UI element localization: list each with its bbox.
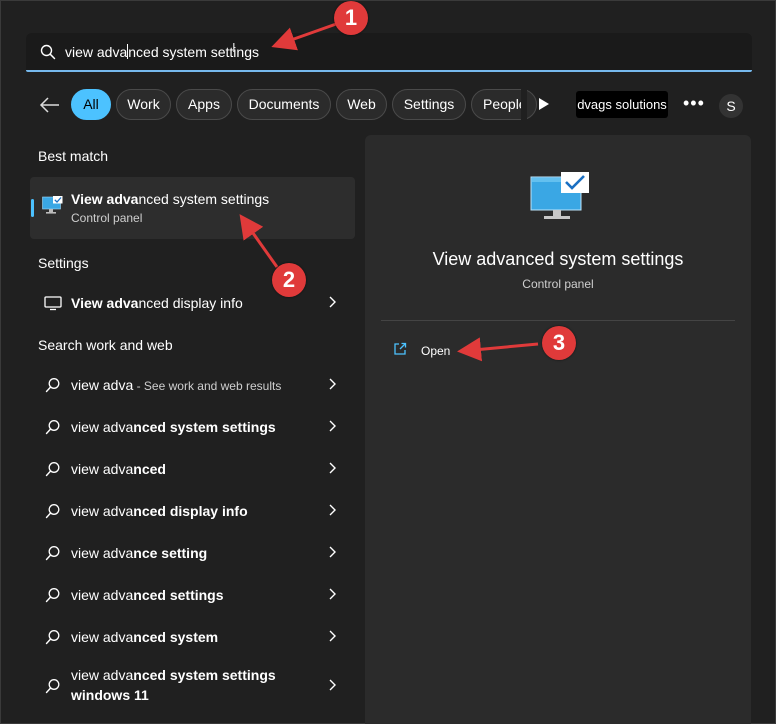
result-preview-pane: View advanced system settings Control pa…: [365, 135, 751, 724]
display-icon: [44, 296, 62, 311]
search-icon: [40, 44, 56, 60]
web-result-label: view adva - See work and web results: [71, 377, 282, 393]
section-settings: Settings: [38, 255, 89, 271]
web-result-item[interactable]: view adva - See work and web results: [30, 368, 355, 402]
annotation-badge-1: 1: [334, 1, 368, 35]
filter-chip-apps[interactable]: Apps: [176, 89, 232, 120]
filter-bar: All Work Apps Documents Web Settings Peo…: [1, 87, 776, 123]
play-icon[interactable]: [537, 97, 551, 111]
preview-title: View advanced system settings: [432, 249, 684, 269]
search-box[interactable]: view advanced system settings I: [26, 33, 752, 72]
web-result-label: view advanced system settings windows 11: [71, 667, 276, 703]
web-result-label: view advanced: [71, 461, 166, 477]
best-match-subtitle: Control panel: [71, 211, 143, 225]
web-result-label: view advanced system settings: [71, 419, 276, 435]
back-arrow-icon[interactable]: [37, 93, 63, 117]
search-text-after-caret: nced system settings: [128, 44, 259, 60]
chevron-right-icon[interactable]: [327, 461, 337, 475]
annotation-badge-2: 2: [272, 263, 306, 297]
open-external-icon: [394, 342, 407, 355]
web-result-item[interactable]: view advanced system settings windows 11: [30, 662, 355, 710]
search-icon: [45, 630, 60, 645]
web-result-label: view advanced display info: [71, 503, 248, 519]
web-result-item[interactable]: view advanced display info: [30, 494, 355, 528]
ibeam-cursor-icon: I: [232, 40, 236, 55]
open-label: Open: [421, 344, 451, 358]
chevron-right-icon[interactable]: [327, 587, 337, 601]
user-avatar[interactable]: S: [719, 94, 743, 118]
section-best-match: Best match: [38, 148, 109, 164]
best-match-result[interactable]: View advanced system settings Control pa…: [30, 177, 355, 239]
chevron-right-icon[interactable]: [327, 678, 337, 692]
web-result-label: view advance setting: [71, 545, 208, 561]
filter-chip-web[interactable]: Web: [336, 89, 387, 120]
search-icon: [45, 378, 60, 393]
web-result-item[interactable]: view advance setting: [30, 536, 355, 570]
filter-chip-work[interactable]: Work: [116, 89, 171, 120]
settings-result-item[interactable]: View advanced display info: [30, 286, 355, 320]
chevron-right-icon[interactable]: [327, 377, 337, 391]
monitor-icon: [530, 172, 589, 219]
search-icon: [45, 679, 60, 694]
annotation-badge-3: 3: [542, 326, 576, 360]
more-options-button[interactable]: •••: [683, 92, 704, 116]
search-input[interactable]: view advanced system settings: [65, 44, 259, 60]
chevron-right-icon[interactable]: [327, 419, 337, 433]
section-search-web: Search work and web: [38, 337, 173, 353]
web-result-item[interactable]: view advanced: [30, 452, 355, 486]
web-result-label: view advanced system: [71, 629, 219, 645]
search-icon: [45, 546, 60, 561]
search-text-before-caret: view adva: [65, 44, 128, 60]
search-icon: [45, 420, 60, 435]
open-action[interactable]: Open: [389, 339, 489, 363]
selection-indicator: [31, 199, 34, 217]
organization-button[interactable]: dvags solutions: [576, 91, 668, 118]
chevron-right-icon[interactable]: [327, 545, 337, 559]
chevron-right-icon[interactable]: [327, 295, 337, 309]
search-icon: [45, 588, 60, 603]
chevron-right-icon[interactable]: [327, 629, 337, 643]
search-icon: [45, 504, 60, 519]
web-result-item[interactable]: view advanced settings: [30, 578, 355, 612]
search-icon: [45, 462, 60, 477]
web-result-item[interactable]: view advanced system settings: [30, 410, 355, 444]
web-result-label: view advanced settings: [71, 587, 224, 603]
settings-result-label: View advanced display info: [71, 295, 243, 311]
filter-chip-settings[interactable]: Settings: [392, 89, 466, 120]
chevron-right-icon[interactable]: [327, 503, 337, 517]
web-result-item[interactable]: view advanced system: [30, 620, 355, 654]
filter-chip-people[interactable]: People: [471, 89, 537, 120]
preview-subtitle: Control panel: [522, 277, 594, 291]
start-search-panel: view advanced system settings I All Work…: [0, 0, 776, 724]
preview-divider: [381, 320, 735, 321]
best-match-title: View advanced system settings: [71, 191, 270, 207]
filter-chip-documents[interactable]: Documents: [237, 89, 331, 120]
filter-chip-all[interactable]: All: [71, 89, 111, 120]
monitor-icon: [42, 196, 63, 214]
chips-clip: [521, 87, 527, 123]
